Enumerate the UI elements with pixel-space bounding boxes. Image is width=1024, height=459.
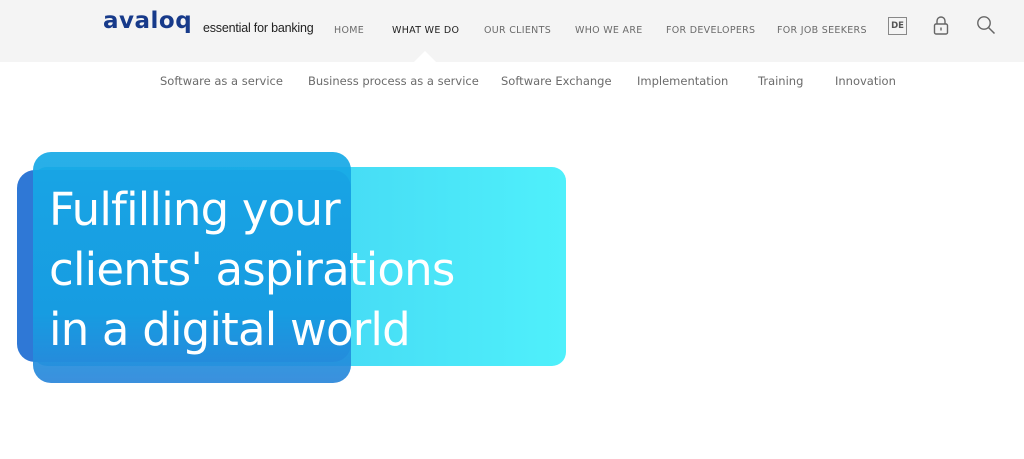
hero-title-line: clients' aspirations	[49, 243, 455, 296]
nav-item-our-clients[interactable]: OUR CLIENTS	[484, 25, 551, 36]
hero-title-line: Fulfilling your	[49, 183, 341, 236]
top-bar: avaloq essential for banking HOME WHAT W…	[0, 0, 1024, 62]
hero-title-line: in a digital world	[49, 303, 411, 356]
subnav-item-software-as-a-service[interactable]: Software as a service	[160, 74, 283, 88]
subnav-item-implementation[interactable]: Implementation	[637, 74, 728, 88]
active-nav-indicator	[414, 51, 436, 62]
subnav-item-software-exchange[interactable]: Software Exchange	[501, 74, 612, 88]
subnav-item-innovation[interactable]: Innovation	[835, 74, 896, 88]
lock-icon[interactable]	[932, 15, 950, 35]
nav-item-for-developers[interactable]: FOR DEVELOPERS	[666, 25, 755, 36]
search-icon[interactable]	[976, 15, 996, 35]
subnav-item-training[interactable]: Training	[758, 74, 803, 88]
subnav-item-business-process-as-a-service[interactable]: Business process as a service	[308, 74, 479, 88]
avaloq-logo[interactable]: avaloq	[103, 8, 192, 34]
logo-tagline: essential for banking	[203, 21, 314, 35]
hero-title: Fulfilling your clients' aspirations in …	[49, 180, 569, 360]
language-switch[interactable]: DE	[888, 17, 907, 35]
nav-item-home[interactable]: HOME	[334, 25, 364, 36]
hero-banner: Fulfilling your clients' aspirations in …	[0, 140, 600, 400]
nav-item-what-we-do[interactable]: WHAT WE DO	[392, 25, 459, 36]
nav-item-for-job-seekers[interactable]: FOR JOB SEEKERS	[777, 25, 867, 36]
nav-item-who-we-are[interactable]: WHO WE ARE	[575, 25, 643, 36]
